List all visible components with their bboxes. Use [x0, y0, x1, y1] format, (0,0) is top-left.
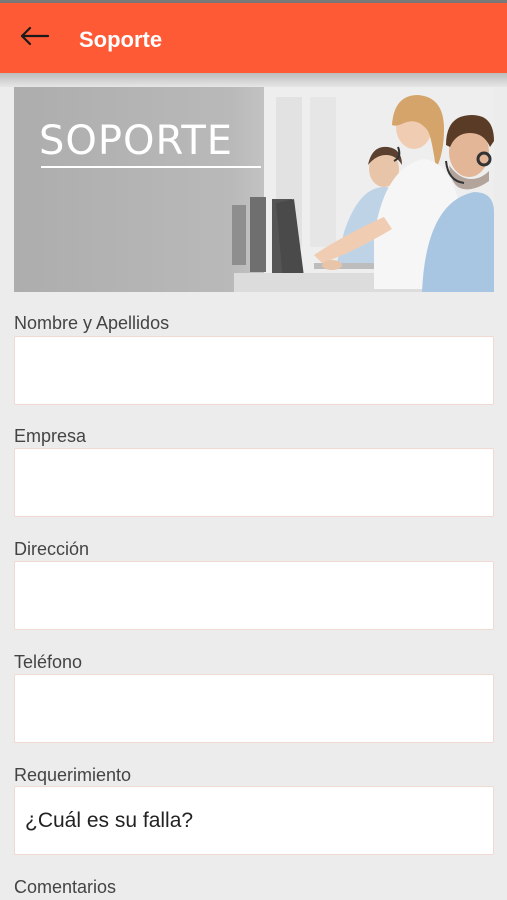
banner-title: SOPORTE — [39, 118, 234, 164]
support-banner: SOPORTE — [14, 87, 494, 292]
page-title: Soporte — [79, 27, 163, 52]
back-button[interactable] — [10, 15, 58, 61]
direccion-input[interactable] — [14, 561, 494, 630]
telefono-label: Teléfono — [14, 652, 83, 672]
empresa-label: Empresa — [14, 426, 87, 446]
nombre-input[interactable] — [14, 336, 494, 405]
banner-underline — [41, 166, 261, 168]
arrow-left-icon — [19, 26, 50, 51]
comentarios-label: Comentarios — [14, 877, 117, 897]
requerimiento-input[interactable] — [14, 786, 494, 855]
requerimiento-label: Requerimiento — [14, 765, 132, 785]
direccion-label: Dirección — [14, 539, 90, 559]
nombre-label: Nombre y Apellidos — [14, 313, 170, 333]
app-bar: Soporte — [0, 3, 507, 73]
telefono-input[interactable] — [14, 674, 494, 743]
header-shadow — [0, 73, 507, 87]
empresa-input[interactable] — [14, 448, 494, 517]
